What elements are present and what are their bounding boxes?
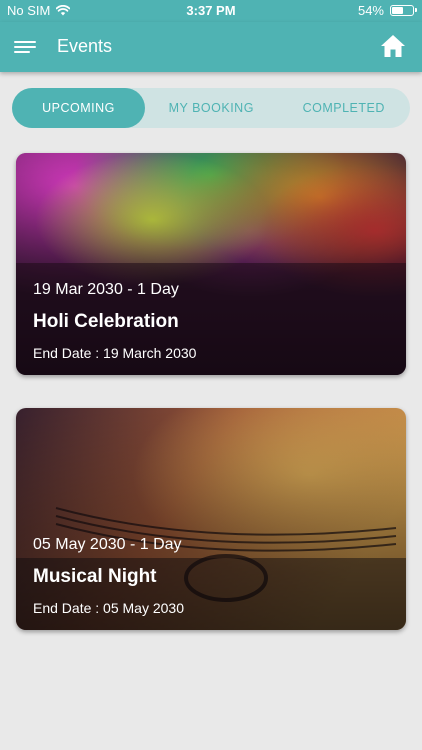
tab-upcoming[interactable]: UPCOMING xyxy=(12,88,145,128)
home-icon[interactable] xyxy=(380,34,406,58)
event-card-holi[interactable]: 19 Mar 2030 - 1 Day Holi Celebration End… xyxy=(16,153,406,375)
event-date: 05 May 2030 - 1 Day xyxy=(33,536,182,553)
menu-icon[interactable] xyxy=(14,39,36,55)
event-end-date: End Date : 19 March 2030 xyxy=(33,345,197,361)
status-bar: No SIM 3:37 PM 54% xyxy=(0,0,422,22)
page-title: Events xyxy=(57,36,113,56)
event-card-musical-night[interactable]: 05 May 2030 - 1 Day Musical Night End Da… xyxy=(16,408,406,630)
battery-info: 54% xyxy=(357,3,417,18)
event-tabs: UPCOMING MY BOOKING COMPLETED xyxy=(12,88,410,128)
event-date: 19 Mar 2030 - 1 Day xyxy=(33,281,179,298)
tab-my-booking[interactable]: MY BOOKING xyxy=(145,88,278,128)
battery-icon xyxy=(390,5,417,16)
tab-completed[interactable]: COMPLETED xyxy=(278,88,411,128)
event-title: Holi Celebration xyxy=(33,311,179,332)
event-end-date: End Date : 05 May 2030 xyxy=(33,600,184,616)
event-title: Musical Night xyxy=(33,566,157,587)
app-bar: Events xyxy=(0,22,422,72)
battery-percent: 54% xyxy=(357,3,384,18)
